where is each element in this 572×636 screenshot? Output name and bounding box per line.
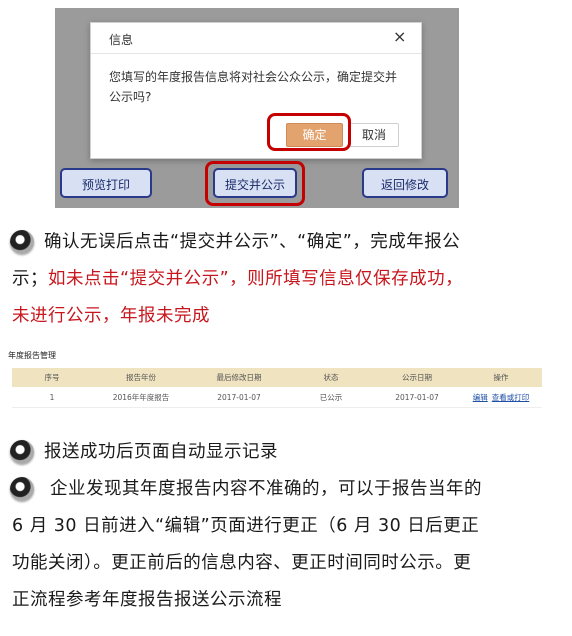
step1-line2-black: 示； <box>12 269 48 289</box>
col-header: 最后修改日期 <box>190 368 288 387</box>
col-header: 状态 <box>288 368 374 387</box>
report-table: 序号 报告年份 最后修改日期 状态 公示日期 操作 1 2016年年度报告 20… <box>12 368 542 408</box>
bullet-icon <box>10 477 34 501</box>
edit-link[interactable]: 编辑 <box>473 393 488 402</box>
step3-line2: 6 月 30 日前进入“编辑”页面进行更正（6 月 30 日后更正 <box>12 516 480 536</box>
submit-highlight-ring <box>205 161 305 206</box>
col-header: 操作 <box>460 368 542 387</box>
col-header: 报告年份 <box>92 368 190 387</box>
ok-highlight-ring <box>267 113 351 151</box>
col-header: 公示日期 <box>374 368 460 387</box>
confirm-dialog: 信息 × 您填写的年度报告信息将对社会公众公示，确定提交并公示吗? 确定 取消 <box>90 22 422 159</box>
step2-line1: 报送成功后页面自动显示记录 <box>44 442 278 462</box>
cell-published: 2017-01-07 <box>374 387 460 408</box>
bullet-icon <box>10 230 34 254</box>
cell-year: 2016年年度报告 <box>92 387 190 408</box>
step1-line1: 确认无误后点击“提交并公示”、“确定”，完成年报公 <box>44 232 461 252</box>
back-edit-button[interactable]: 返回修改 <box>362 168 448 198</box>
step3-line4: 正流程参考年度报告报送公示流程 <box>12 590 282 610</box>
cell-status: 已公示 <box>288 387 374 408</box>
step1-line2: 示；如未点击“提交并公示”，则所填写信息仅保存成功， <box>12 261 463 298</box>
table-title: 年度报告管理 <box>8 351 56 360</box>
step3-line1: 企业发现其年度报告内容不准确的，可以于报告当年的 <box>50 479 482 499</box>
cell-actions: 编辑 查看或打印 <box>460 387 542 408</box>
preview-print-button[interactable]: 预览打印 <box>60 168 152 198</box>
step1-line3: 未进行公示，年报未完成 <box>12 306 210 326</box>
close-icon[interactable]: × <box>393 27 406 46</box>
cell-modified: 2017-01-07 <box>190 387 288 408</box>
step1-line2-red: 如未点击“提交并公示”，则所填写信息仅保存成功， <box>48 269 464 289</box>
cancel-button[interactable]: 取消 <box>349 123 399 147</box>
col-header: 序号 <box>12 368 92 387</box>
dialog-divider <box>91 53 421 54</box>
dialog-title: 信息 <box>109 33 134 47</box>
table-row: 1 2016年年度报告 2017-01-07 已公示 2017-01-07 编辑… <box>12 387 542 408</box>
step3-line3: 功能关闭）。更正前后的信息内容、更正时间同时公示。更 <box>12 553 472 573</box>
table-header-row: 序号 报告年份 最后修改日期 状态 公示日期 操作 <box>12 368 542 387</box>
dialog-message: 您填写的年度报告信息将对社会公众公示，确定提交并公示吗? <box>109 70 398 104</box>
bullet-icon <box>10 440 34 464</box>
cell-no: 1 <box>12 387 92 408</box>
view-print-link[interactable]: 查看或打印 <box>492 393 530 402</box>
